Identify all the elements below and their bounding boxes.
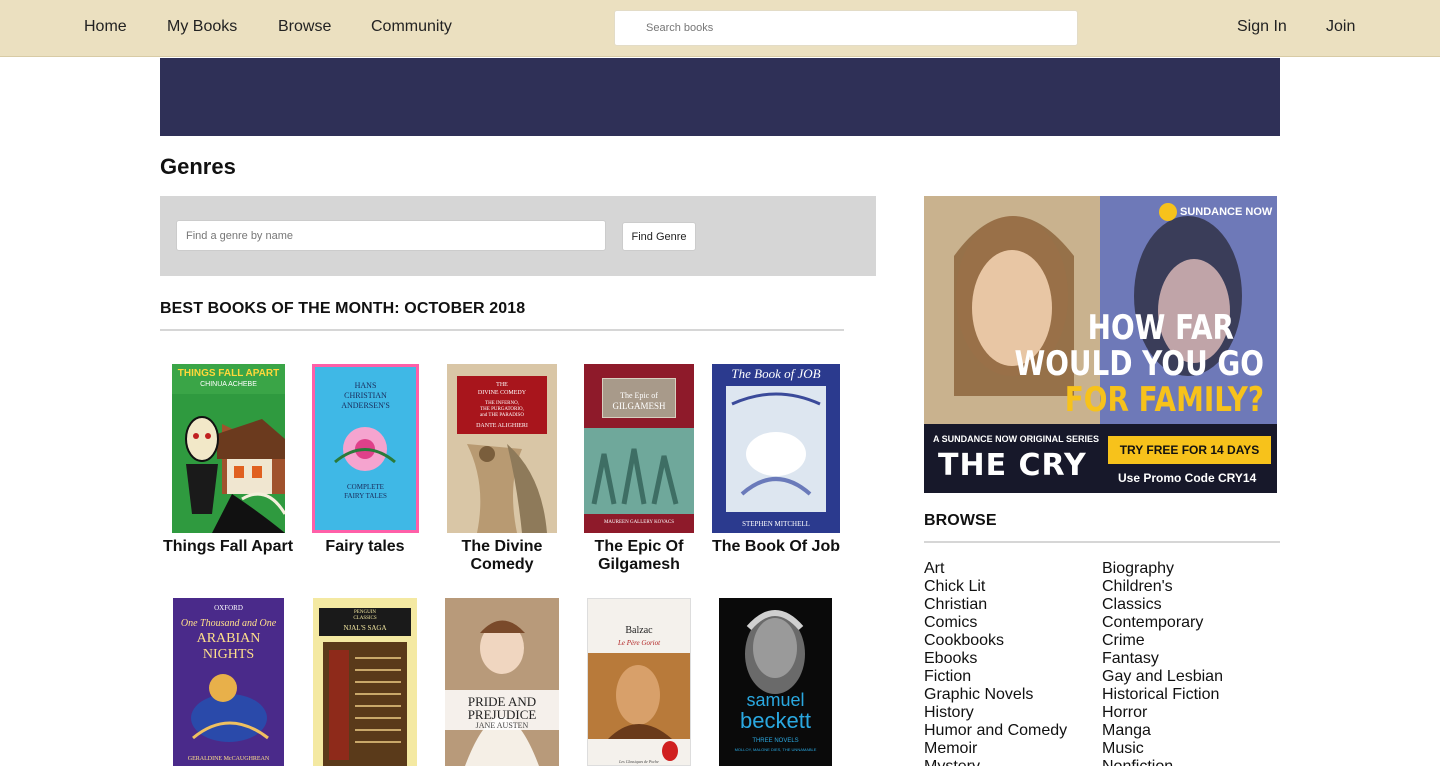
browse-genre-link[interactable]: Humor and Comedy: [924, 722, 1067, 740]
book-cover[interactable]: The Epic of GILGAMESH MAUREEN GALLERY KO…: [584, 364, 694, 533]
nav-my-books-link[interactable]: My Books: [167, 18, 237, 36]
nav-community-link[interactable]: Community: [371, 18, 452, 36]
browse-genre-link[interactable]: Cookbooks: [924, 632, 1004, 650]
browse-genre-link[interactable]: Nonfiction: [1102, 758, 1173, 766]
sign-in-link[interactable]: Sign In: [1237, 18, 1287, 36]
page-title: Genres: [160, 154, 236, 179]
browse-genre-link[interactable]: Crime: [1102, 632, 1145, 650]
browse-divider: [924, 541, 1280, 543]
browse-genre-link[interactable]: Ebooks: [924, 650, 977, 668]
browse-genre-link[interactable]: Biography: [1102, 560, 1174, 578]
best-books-heading: BEST BOOKS OF THE MONTH: OCTOBER 2018: [160, 300, 526, 317]
book-cover[interactable]: HANS CHRISTIAN ANDERSEN'S COMPLETE FAIRY…: [312, 364, 419, 533]
ad-promo-code: Use Promo Code CRY14: [1118, 471, 1257, 485]
cover-art: [191, 674, 269, 742]
book-title[interactable]: Fairy tales: [300, 538, 430, 556]
top-nav: Home My Books Browse Community Sign In J…: [0, 0, 1440, 57]
browse-genre-link[interactable]: Fiction: [924, 668, 971, 686]
browse-genre-link[interactable]: Comics: [924, 614, 977, 632]
genre-search-panel: Find Genre: [160, 196, 876, 276]
book-cover[interactable]: THINGS FALL APART CHINUA ACHEBE: [172, 364, 285, 533]
nav-home-link[interactable]: Home: [84, 18, 127, 36]
book-cover[interactable]: THE DIVINE COMEDY THE INFERNO, THE PURGA…: [447, 364, 557, 533]
ad-series-line: A SUNDANCE NOW ORIGINAL SERIES: [933, 434, 1100, 444]
book-item[interactable]: OXFORD One Thousand and One ARABIAN NIGH…: [160, 598, 296, 766]
browse-genre-link[interactable]: Children's: [1102, 578, 1173, 596]
browse-genre-link[interactable]: Music: [1102, 740, 1144, 758]
ad-cta-button[interactable]: TRY FREE FOR 14 DAYS: [1108, 436, 1271, 464]
find-genre-button[interactable]: Find Genre: [622, 222, 696, 251]
ad-headline-3: FOR FAMILY?: [1064, 380, 1264, 420]
browse-genre-link[interactable]: Art: [924, 560, 944, 578]
book-cover[interactable]: Balzac Le Père Goriot Les Classiques de …: [587, 598, 691, 766]
book-cover[interactable]: The Book of JOB STEPHEN MITCHELL: [712, 364, 840, 533]
book-title[interactable]: The Epic Of Gilgamesh: [574, 538, 704, 574]
book-cover[interactable]: PENGUIN CLASSICS NJAL'S SAGA: [313, 598, 417, 766]
best-books-divider: [160, 329, 844, 331]
browse-genre-link[interactable]: Manga: [1102, 722, 1151, 740]
browse-genre-link[interactable]: Gay and Lesbian: [1102, 668, 1223, 686]
book-title[interactable]: The Divine Comedy: [437, 538, 567, 574]
book-title[interactable]: Things Fall Apart: [160, 538, 296, 556]
cover-text-4: COMPLETE: [347, 483, 384, 491]
book-cover[interactable]: OXFORD One Thousand and One ARABIAN NIGH…: [173, 598, 284, 766]
book-item[interactable]: Balzac Le Père Goriot Les Classiques de …: [574, 598, 704, 766]
cover-text-5: FAIRY TALES: [344, 492, 387, 500]
browse-genre-link[interactable]: Fantasy: [1102, 650, 1159, 668]
book-cover[interactable]: PRIDE AND PREJUDICE JANE AUSTEN: [445, 598, 559, 766]
ad-brand: SUNDANCE NOW: [1180, 206, 1273, 218]
ad-headline-1: HOW FAR: [1087, 308, 1234, 348]
cover-art: [445, 598, 559, 766]
cover-art: [584, 428, 694, 533]
sundance-ad[interactable]: SUNDANCE NOW HOW FAR WOULD YOU GO FOR FA…: [924, 196, 1277, 493]
search-input[interactable]: [614, 10, 1078, 46]
cover-art: [588, 653, 690, 761]
book-item[interactable]: The Book of JOB STEPHEN MITCHELL The Boo…: [708, 364, 844, 564]
book-item[interactable]: PRIDE AND PREJUDICE JANE AUSTEN: [437, 598, 567, 766]
browse-genre-link[interactable]: Historical Fiction: [1102, 686, 1219, 704]
book-item[interactable]: The Epic of GILGAMESH MAUREEN GALLERY KO…: [574, 364, 704, 578]
cover-art: [467, 444, 547, 533]
cover-art: [726, 386, 826, 512]
browse-genre-link[interactable]: Classics: [1102, 596, 1162, 614]
book-item[interactable]: PENGUIN CLASSICS NJAL'S SAGA: [300, 598, 430, 766]
browse-genre-link[interactable]: Christian: [924, 596, 987, 614]
book-item[interactable]: THINGS FALL APART CHINUA ACHEBE Things F…: [160, 364, 296, 564]
nav-browse-link[interactable]: Browse: [278, 18, 331, 36]
browse-genre-link[interactable]: Mystery: [924, 758, 980, 766]
browse-genre-link[interactable]: Graphic Novels: [924, 686, 1033, 704]
cover-art: [334, 427, 396, 471]
ad-headline-2: WOULD YOU GO: [1014, 344, 1264, 384]
browse-genre-link[interactable]: History: [924, 704, 974, 722]
book-item[interactable]: THE DIVINE COMEDY THE INFERNO, THE PURGA…: [437, 364, 567, 578]
browse-genre-link[interactable]: Contemporary: [1102, 614, 1203, 632]
cover-art: [172, 394, 285, 533]
book-item[interactable]: samuel beckett THREE NOVELS MOLLOY, MALO…: [708, 598, 844, 766]
top-banner: [160, 58, 1280, 136]
ad-show-logo: THE CRY: [938, 448, 1087, 483]
browse-genre-link[interactable]: Memoir: [924, 740, 977, 758]
browse-genre-link[interactable]: Horror: [1102, 704, 1147, 722]
genre-search-input[interactable]: [176, 220, 606, 251]
book-cover[interactable]: samuel beckett THREE NOVELS MOLLOY, MALO…: [719, 598, 832, 766]
join-link[interactable]: Join: [1326, 18, 1355, 36]
cover-art: [323, 642, 407, 766]
browse-genre-link[interactable]: Chick Lit: [924, 578, 985, 596]
book-title[interactable]: The Book Of Job: [708, 538, 844, 556]
browse-heading: BROWSE: [924, 512, 997, 529]
book-item[interactable]: HANS CHRISTIAN ANDERSEN'S COMPLETE FAIRY…: [300, 364, 430, 564]
